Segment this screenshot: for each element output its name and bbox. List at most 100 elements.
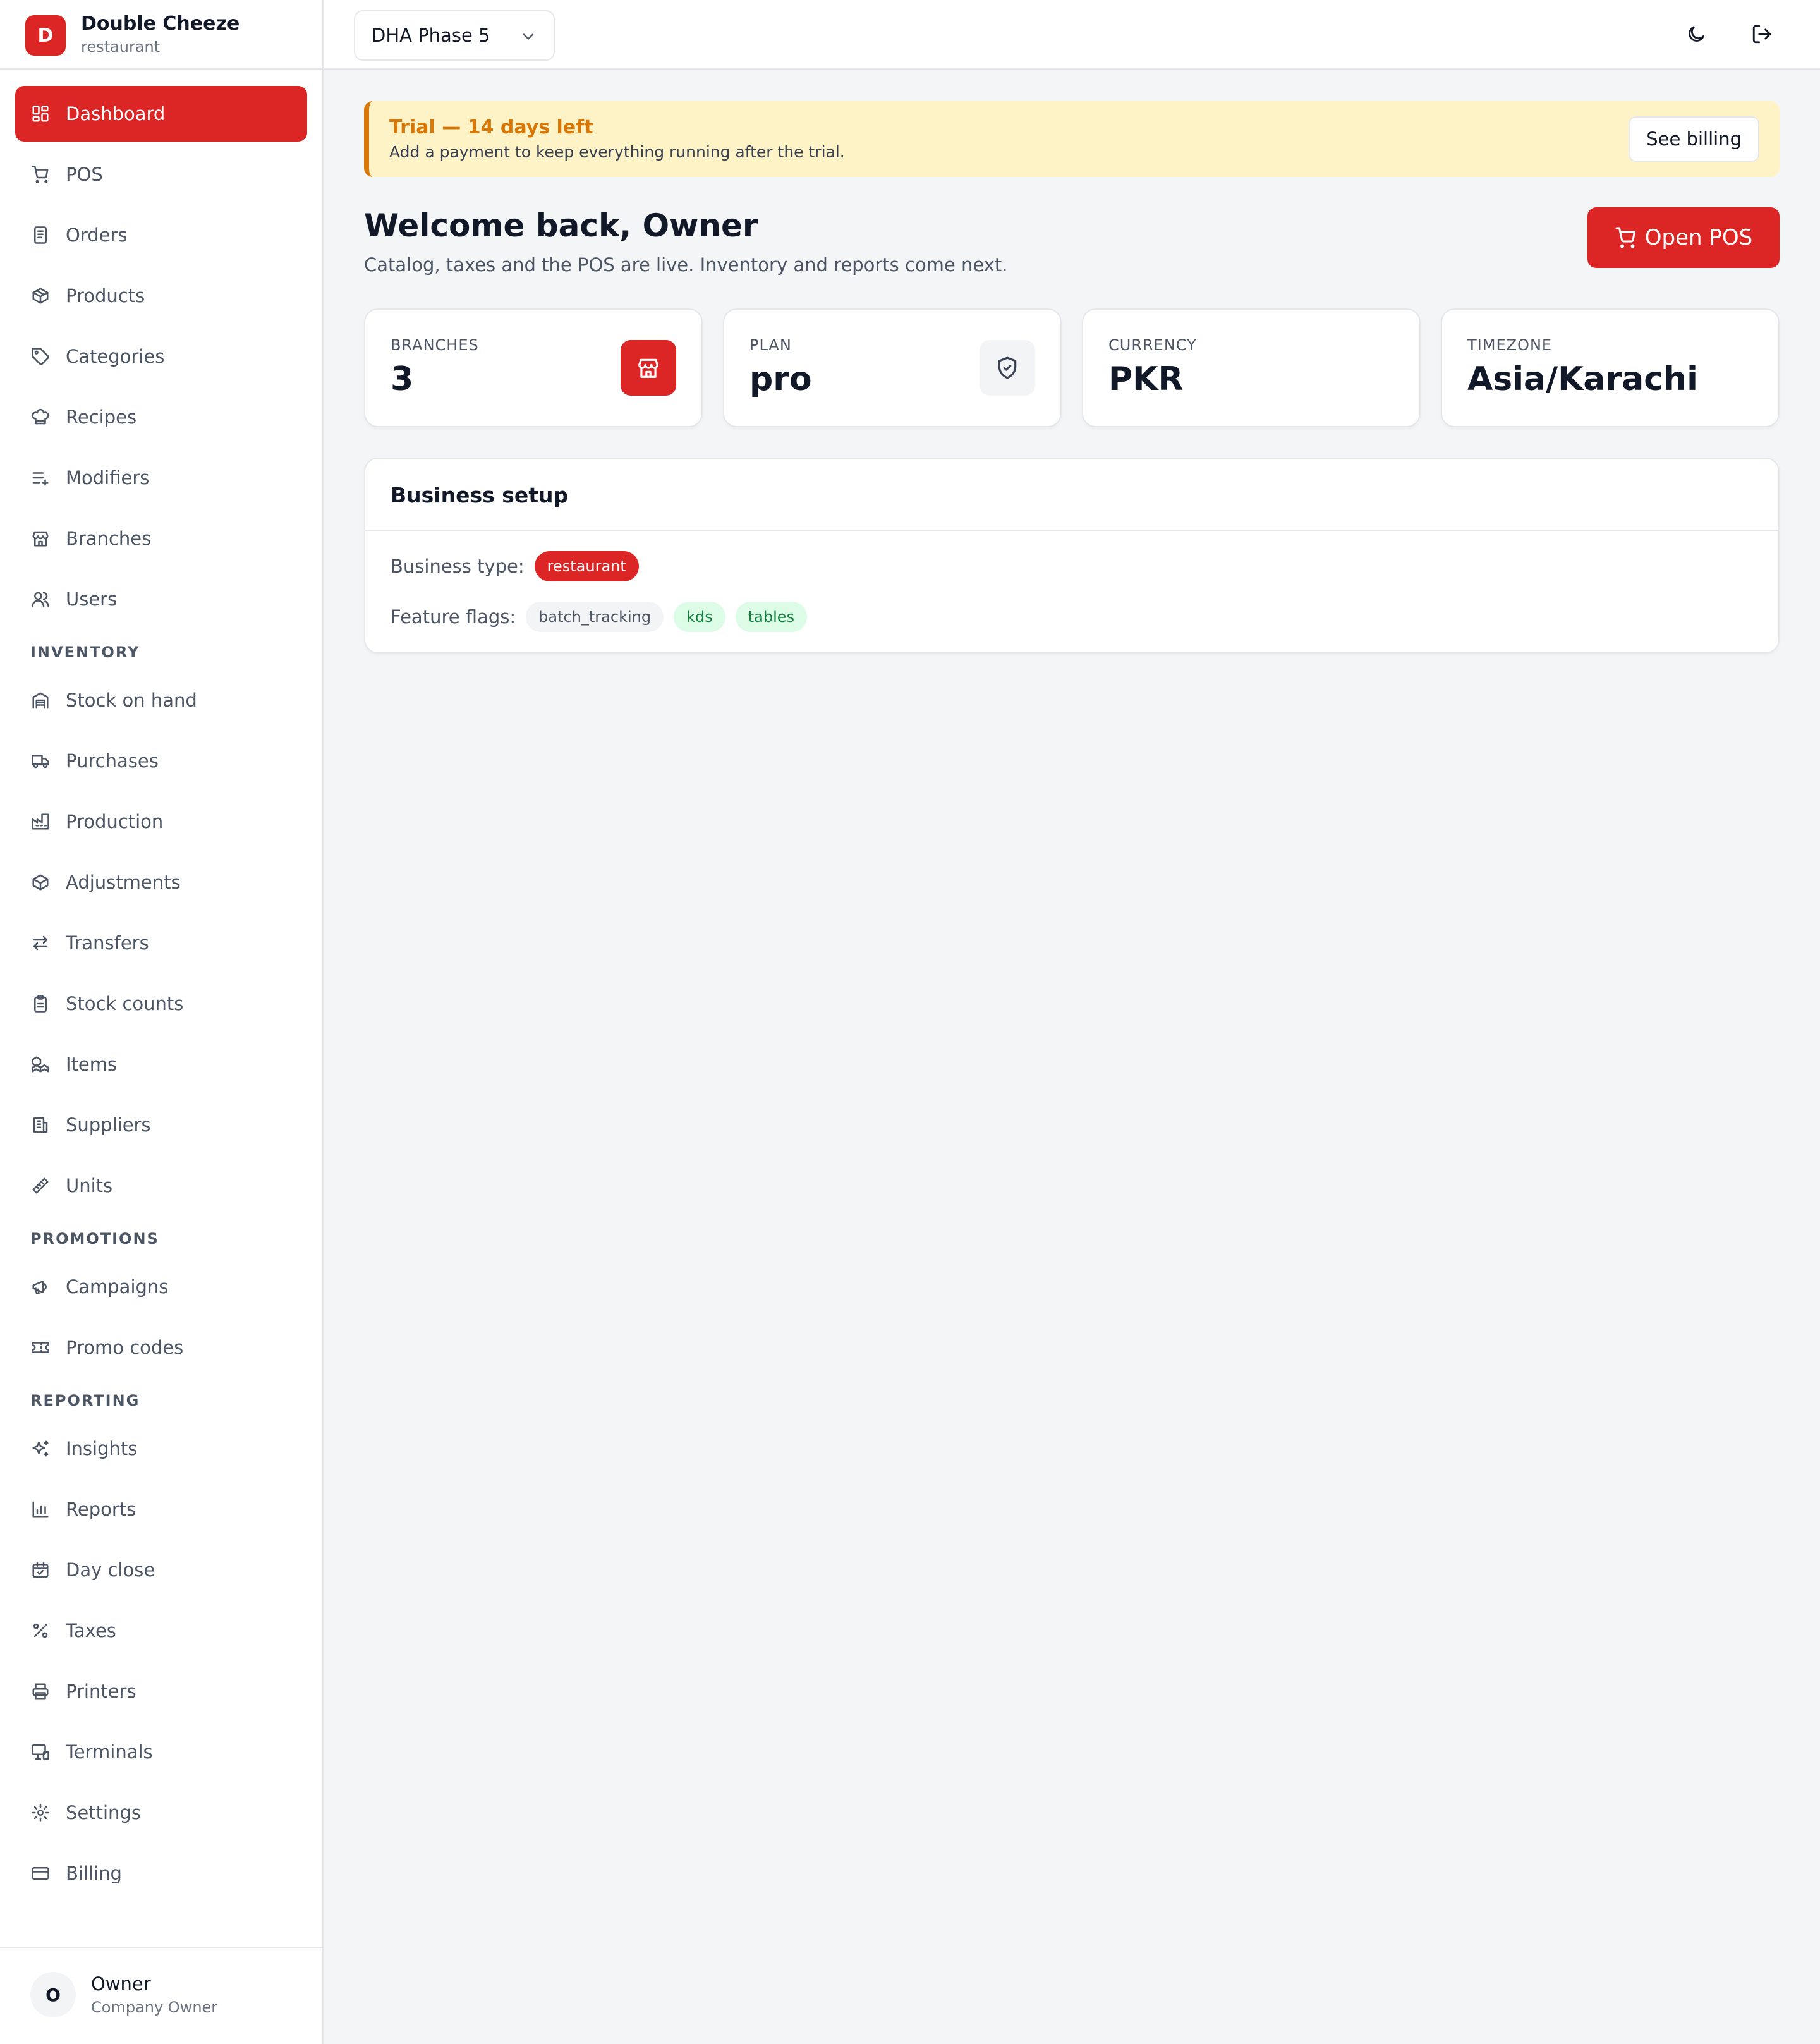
sidebar-item-label: Day close: [66, 1559, 155, 1581]
sidebar-item-pos[interactable]: POS: [15, 147, 307, 202]
branch-selector[interactable]: DHA Phase 5: [354, 10, 555, 61]
ruler-icon: [30, 1176, 51, 1196]
sidebar-item-settings[interactable]: Settings: [15, 1785, 307, 1840]
sidebar-item-label: Modifiers: [66, 467, 150, 489]
business-type-badge: restaurant: [534, 551, 639, 581]
sidebar-item-label: Items: [66, 1054, 118, 1075]
package-icon: [30, 286, 51, 306]
open-pos-button[interactable]: Open POS: [1587, 207, 1780, 268]
page-subtitle: Catalog, taxes and the POS are live. Inv…: [364, 254, 1008, 276]
section-heading-reporting: REPORTING: [30, 1392, 140, 1409]
sidebar-item-dashboard[interactable]: Dashboard: [15, 86, 307, 142]
ticket-icon: [30, 1337, 51, 1358]
sidebar-item-label: Recipes: [66, 406, 137, 428]
sidebar-item-label: Dashboard: [66, 103, 166, 125]
stat-card-currency: CURRENCY PKR: [1082, 308, 1421, 427]
sidebar-item-campaigns[interactable]: Campaigns: [15, 1259, 307, 1315]
stat-label: PLAN: [749, 336, 792, 354]
sidebar-item-terminals[interactable]: Terminals: [15, 1724, 307, 1780]
sidebar-item-label: Units: [66, 1175, 113, 1196]
sidebar-item-label: Branches: [66, 528, 152, 549]
sidebar-item-purchases[interactable]: Purchases: [15, 733, 307, 789]
sidebar-item-label: Stock on hand: [66, 690, 197, 711]
stat-card-branches: BRANCHES 3: [364, 308, 703, 427]
monitor-icon: [30, 1742, 51, 1762]
trial-title: Trial — 14 days left: [389, 116, 593, 138]
sidebar-item-label: Transfers: [66, 932, 149, 954]
feature-flags-label: Feature flags:: [391, 606, 516, 628]
feature-flags-row: Feature flags: batch_tracking kds tables: [391, 602, 808, 632]
sidebar-item-label: Billing: [66, 1863, 122, 1884]
sidebar-item-users[interactable]: Users: [15, 571, 307, 627]
sidebar-item-label: Stock counts: [66, 993, 184, 1014]
clipboard-icon: [30, 994, 51, 1014]
percent-icon: [30, 1621, 51, 1641]
sidebar-item-branches[interactable]: Branches: [15, 511, 307, 566]
sidebar-item-adjustments[interactable]: Adjustments: [15, 855, 307, 910]
sidebar-item-label: Orders: [66, 224, 128, 246]
feature-flag-badge: kds: [674, 602, 725, 632]
sidebar-item-transfers[interactable]: Transfers: [15, 915, 307, 971]
stat-card-timezone: TIMEZONE Asia/Karachi: [1441, 308, 1780, 427]
sidebar-item-label: Reports: [66, 1499, 136, 1520]
sidebar-item-reports[interactable]: Reports: [15, 1481, 307, 1537]
sidebar-item-label: Campaigns: [66, 1276, 169, 1298]
sidebar-item-categories[interactable]: Categories: [15, 329, 307, 384]
sidebar-item-taxes[interactable]: Taxes: [15, 1603, 307, 1658]
trial-text: Add a payment to keep everything running…: [389, 143, 845, 161]
sidebar-item-insights[interactable]: Insights: [15, 1421, 307, 1476]
sidebar-item-recipes[interactable]: Recipes: [15, 389, 307, 445]
credit-card-icon: [30, 1863, 51, 1883]
sidebar-nav: Dashboard POS Orders Products Categories…: [15, 86, 307, 1906]
theme-toggle-moon-icon[interactable]: [1684, 21, 1709, 47]
sidebar-item-suppliers[interactable]: Suppliers: [15, 1097, 307, 1153]
users-icon: [30, 589, 51, 609]
sidebar: D Double Cheeze restaurant Dashboard POS…: [0, 0, 324, 2044]
feature-flag-badge: batch_tracking: [526, 602, 664, 632]
dashboard-icon: [30, 104, 51, 124]
sidebar-item-label: Promo codes: [66, 1337, 184, 1358]
sidebar-item-stock-on-hand[interactable]: Stock on hand: [15, 672, 307, 728]
sidebar-item-units[interactable]: Units: [15, 1158, 307, 1214]
open-pos-label: Open POS: [1644, 225, 1753, 250]
list-plus-icon: [30, 468, 51, 488]
section-heading-promotions: PROMOTIONS: [30, 1230, 159, 1248]
avatar: O: [30, 1972, 76, 2017]
store-icon: [621, 340, 676, 396]
warehouse-icon: [30, 690, 51, 710]
sidebar-item-orders[interactable]: Orders: [15, 207, 307, 263]
sidebar-item-products[interactable]: Products: [15, 268, 307, 324]
package-icon: [30, 872, 51, 892]
business-setup-card: Business setup Business type: restaurant…: [364, 458, 1780, 654]
sidebar-item-label: Adjustments: [66, 872, 181, 893]
sidebar-item-billing[interactable]: Billing: [15, 1846, 307, 1901]
stat-label: BRANCHES: [391, 336, 479, 354]
page-title: Welcome back, Owner: [364, 207, 758, 244]
stat-label: TIMEZONE: [1467, 336, 1553, 354]
sidebar-item-printers[interactable]: Printers: [15, 1664, 307, 1719]
boxes-icon: [30, 1054, 51, 1074]
user-profile[interactable]: O Owner Company Owner: [0, 1947, 322, 2044]
sidebar-item-label: Taxes: [66, 1620, 116, 1641]
feature-flag-badge: tables: [735, 602, 808, 632]
branch-selector-value: DHA Phase 5: [372, 25, 490, 46]
logout-icon[interactable]: [1749, 21, 1774, 47]
cart-icon: [1615, 227, 1635, 248]
sidebar-item-production[interactable]: Production: [15, 794, 307, 849]
sidebar-item-label: Users: [66, 588, 118, 610]
see-billing-button[interactable]: See billing: [1629, 116, 1759, 162]
stat-value: PKR: [1108, 360, 1184, 398]
brand-logo: D: [25, 15, 66, 56]
sidebar-item-promo-codes[interactable]: Promo codes: [15, 1320, 307, 1375]
brand-name: Double Cheeze: [81, 13, 240, 35]
shield-check-icon: [980, 340, 1035, 396]
sidebar-item-day-close[interactable]: Day close: [15, 1542, 307, 1598]
arrows-swap-icon: [30, 933, 51, 953]
sidebar-item-stock-counts[interactable]: Stock counts: [15, 976, 307, 1031]
sidebar-item-label: Terminals: [66, 1741, 153, 1763]
sidebar-item-modifiers[interactable]: Modifiers: [15, 450, 307, 506]
tag-icon: [30, 346, 51, 367]
stat-value: pro: [749, 360, 812, 398]
chef-hat-icon: [30, 407, 51, 427]
sidebar-item-items[interactable]: Items: [15, 1037, 307, 1092]
